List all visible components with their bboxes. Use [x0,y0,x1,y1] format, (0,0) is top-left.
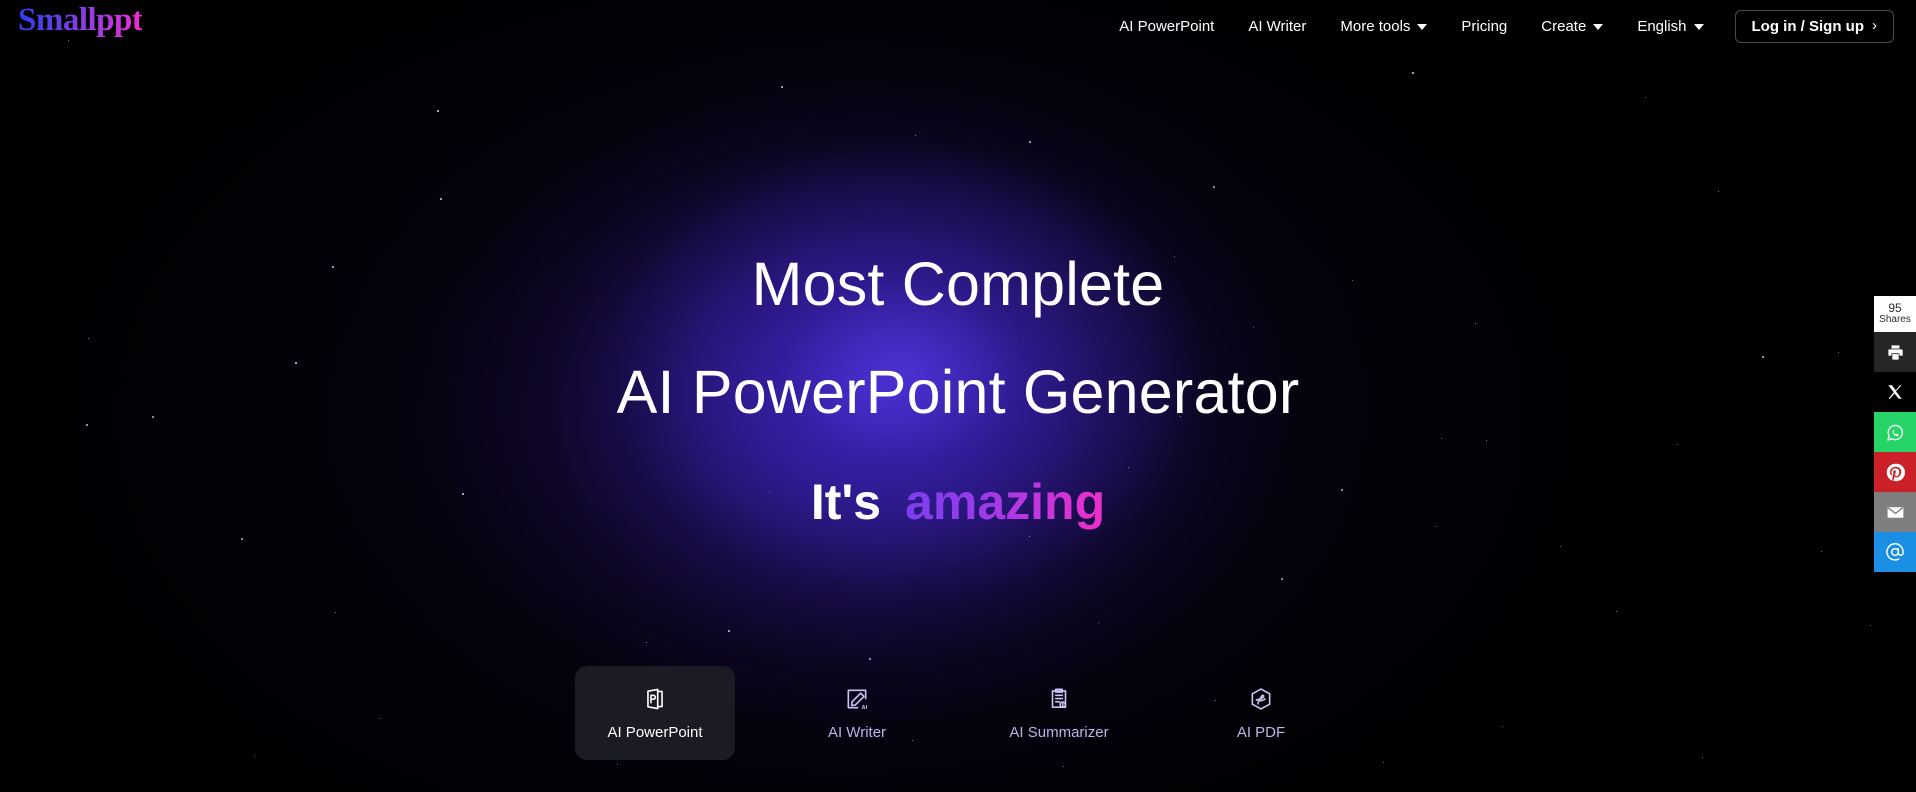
hero-amazing-text: amazing [905,474,1106,530]
nav-item-label: Pricing [1461,17,1508,35]
at-sign-icon [1884,541,1906,563]
hero-headline-line-2: AI PowerPoint Generator [616,358,1300,426]
star-particle [728,630,730,632]
login-signup-label: Log in / Sign up [1751,17,1864,35]
share-x-button[interactable] [1874,372,1916,412]
pdf-hexagon-icon [1248,686,1274,712]
chevron-right-icon: › [1872,16,1877,34]
envelope-icon [1885,502,1906,523]
tool-card-label: AI Writer [827,723,887,741]
star-particle [1383,762,1385,764]
clipboard-list-icon [1046,686,1072,712]
star-particle [869,658,871,660]
star-particle [1718,191,1720,193]
tool-card-ai-summarizer[interactable]: AI Summarizer [979,666,1139,760]
star-particle [781,86,783,88]
share-rail: 95 Shares [1874,296,1916,572]
hero-headline-line-1: Most Complete [751,250,1165,318]
star-particle [1213,186,1215,188]
tool-card-label: AI PDF [1236,723,1286,741]
star-particle [1412,72,1414,74]
star-particle [915,135,917,137]
pencil-ai-icon: AI [844,686,870,712]
star-particle [437,110,439,112]
star-particle [1063,766,1065,768]
nav-item-label: Create [1541,17,1587,35]
pinterest-icon [1885,462,1906,483]
star-particle [440,198,442,200]
star-particle [1281,578,1283,580]
star-particle [1616,611,1618,613]
nav-language[interactable]: English [1620,0,1720,52]
chevron-down-icon [1417,24,1428,30]
share-whatsapp-button[interactable] [1874,412,1916,452]
tool-card-ai-pdf[interactable]: AI PDF [1181,666,1341,760]
share-pinterest-button[interactable] [1874,452,1916,492]
share-button-list [1874,332,1916,572]
star-particle [1870,625,1872,627]
share-print-button[interactable] [1874,332,1916,372]
hero-headline-line-3: It's amazing [0,450,1916,567]
brand-logo[interactable]: Smallppt [18,2,143,39]
main-navigation: AI PowerPoint AI Writer More tools Pricing C… [1102,0,1894,52]
nav-item-label: AI Writer [1248,17,1307,35]
nav-item-label: More tools [1340,17,1411,35]
chevron-down-icon [1693,24,1704,30]
tool-selector: AI PowerPoint AI AI Writer AI Summarizer AI … [0,666,1916,760]
powerpoint-icon [642,686,668,712]
nav-more-tools[interactable]: More tools [1323,0,1444,52]
star-particle [335,612,337,614]
page-root: Smallppt AI PowerPoint AI Writer More tool… [0,0,1916,792]
nav-create[interactable]: Create [1524,0,1620,52]
share-count: 95 Shares [1874,296,1916,332]
share-email-button[interactable] [1874,492,1916,532]
site-header: Smallppt AI PowerPoint AI Writer More tool… [0,0,1916,52]
star-particle [646,642,648,644]
star-particle [1098,622,1100,624]
hero-its-text: It's [810,474,882,530]
star-particle [1645,97,1647,99]
share-more-button[interactable] [1874,532,1916,572]
hero-section: Most Complete AI PowerPoint Generator It… [0,230,1916,567]
whatsapp-icon [1885,422,1906,443]
star-particle [1029,141,1031,143]
tool-card-ai-powerpoint[interactable]: AI PowerPoint [575,666,735,760]
chevron-down-icon [1593,24,1604,30]
nav-ai-writer[interactable]: AI Writer [1231,0,1323,52]
tool-card-ai-writer[interactable]: AI AI Writer [777,666,937,760]
nav-pricing[interactable]: Pricing [1444,0,1524,52]
printer-icon [1886,343,1905,362]
star-particle [617,764,619,766]
tool-card-label: AI Summarizer [1009,723,1109,741]
login-signup-button[interactable]: Log in / Sign up › [1734,9,1894,43]
nav-item-label: AI PowerPoint [1119,17,1215,35]
nav-item-label: English [1637,17,1687,35]
x-twitter-icon [1886,383,1904,401]
share-count-label: Shares [1879,314,1911,326]
svg-text:AI: AI [862,705,868,711]
nav-ai-powerpoint[interactable]: AI PowerPoint [1102,0,1231,52]
tool-card-label: AI PowerPoint [607,723,703,741]
